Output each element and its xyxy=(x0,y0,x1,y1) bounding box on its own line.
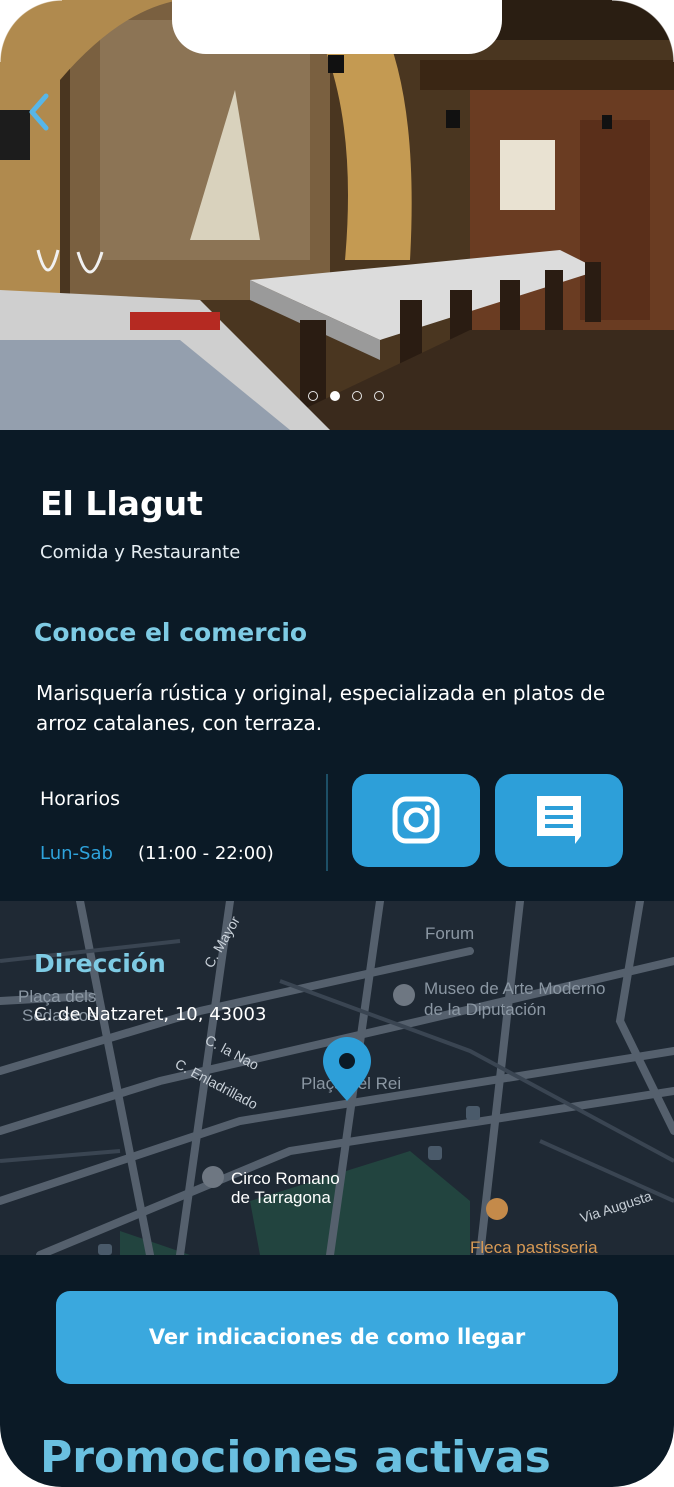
about-heading: Conoce el comercio xyxy=(34,618,308,647)
map-label-fleca: Fleca pastisseria xyxy=(470,1238,598,1255)
carousel-dot[interactable] xyxy=(374,391,384,401)
restaurant-photo xyxy=(0,0,674,430)
phone-notch xyxy=(172,0,502,54)
map-label-circo-2: de Tarragona xyxy=(231,1188,331,1207)
map-label-museo-1: Museo de Arte Moderno xyxy=(424,979,605,998)
hero-photo[interactable] xyxy=(0,0,674,430)
phone-screen: El Llagut Comida y Restaurante Conoce el… xyxy=(0,0,674,1487)
map-label-forum: Forum xyxy=(425,924,474,943)
chat-button[interactable] xyxy=(495,774,623,867)
map-label-museo-2: de la Diputación xyxy=(424,1000,546,1019)
directions-button[interactable]: Ver indicaciones de como llegar xyxy=(56,1291,618,1384)
location-map[interactable]: Forum Museo de Arte Moderno de la Diputa… xyxy=(0,901,674,1255)
chevron-left-icon xyxy=(29,93,49,131)
business-category: Comida y Restaurante xyxy=(40,542,241,563)
promotions-heading: Promociones activas xyxy=(40,1432,551,1483)
carousel-dot-active[interactable] xyxy=(330,391,340,401)
address-text: C. de Natzaret, 10, 43003 xyxy=(34,1004,267,1025)
screen-corner-left xyxy=(0,0,62,62)
business-name: El Llagut xyxy=(40,484,203,523)
carousel-pagination[interactable] xyxy=(308,391,384,401)
chat-icon xyxy=(537,796,581,844)
map-label-circo-1: Circo Romano xyxy=(231,1169,340,1188)
hours-days: Lun-Sab xyxy=(40,843,113,864)
screen-corner-right xyxy=(612,0,674,62)
instagram-icon xyxy=(392,796,440,844)
hours-time: (11:00 - 22:00) xyxy=(138,843,274,864)
carousel-dot[interactable] xyxy=(352,391,362,401)
hours-label: Horarios xyxy=(40,788,120,810)
instagram-button[interactable] xyxy=(352,774,480,867)
divider xyxy=(326,774,328,871)
about-description: Marisquería rústica y original, especial… xyxy=(36,681,606,735)
back-button[interactable] xyxy=(26,92,66,140)
address-heading: Dirección xyxy=(34,949,166,978)
carousel-dot[interactable] xyxy=(308,391,318,401)
